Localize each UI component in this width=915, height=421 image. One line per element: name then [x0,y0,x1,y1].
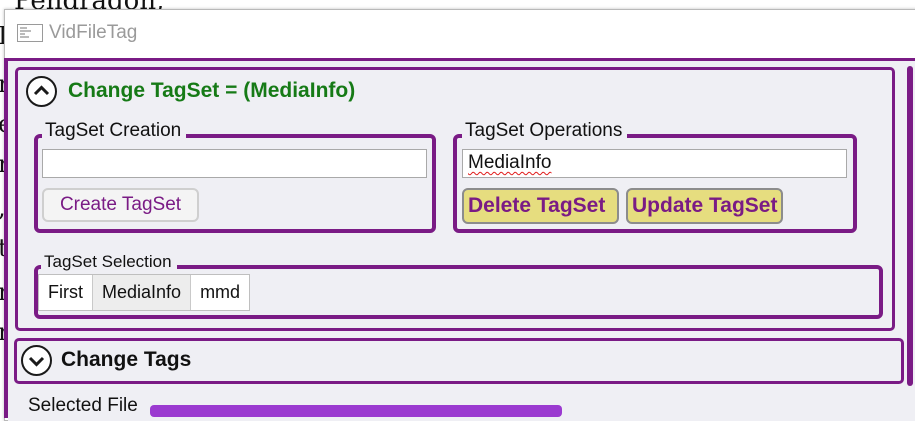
selected-file-group-border [150,405,562,417]
tags-expander-title[interactable]: Change Tags [61,348,191,372]
chevron-down-icon[interactable] [21,345,52,376]
tagset-creation-label: TagSet Creation [42,120,187,142]
window-title: VidFileTag [49,22,138,43]
current-tagset-input[interactable]: MediaInfo [462,149,847,178]
delete-tagset-button[interactable]: Delete TagSet [462,188,619,224]
tagset-option-first[interactable]: First [39,275,92,310]
right-edge-border [907,66,913,386]
current-tagset-value: MediaInfo [468,152,552,173]
chevron-up-icon[interactable] [26,76,57,107]
tagset-option-mediainfo[interactable]: MediaInfo [92,275,192,310]
tagset-selection-label: TagSet Selection [41,251,177,273]
tagset-selection-list: First MediaInfo mmd [38,274,251,311]
update-tagset-button[interactable]: Update TagSet [626,188,783,224]
tagset-option-mmd[interactable]: mmd [191,275,249,310]
tagset-expander-title[interactable]: Change TagSet = (MediaInfo) [68,79,355,103]
title-bar[interactable]: VidFileTag [5,10,915,59]
tagset-operations-label: TagSet Operations [462,120,628,142]
create-tagset-button[interactable]: Create TagSet [42,188,199,222]
tagset-name-input[interactable] [42,149,427,178]
selected-file-label: Selected File [28,395,138,416]
app-window-icon [17,24,43,42]
